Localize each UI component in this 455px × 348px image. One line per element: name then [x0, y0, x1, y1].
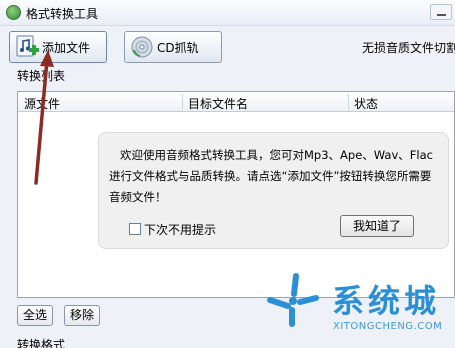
- cd-rip-button[interactable]: CD抓轨: [124, 31, 222, 63]
- music-note-add-icon: [14, 35, 40, 59]
- tip-message: 欢迎使用音频格式转换工具，您可对Mp3、Ape、Wav、Flac进行文件格式与品…: [109, 148, 433, 204]
- got-it-button[interactable]: 我知道了: [340, 215, 414, 237]
- app-icon: [6, 5, 21, 20]
- cd-disc-icon: [129, 35, 155, 59]
- add-file-label: 添加文件: [42, 40, 91, 55]
- file-list-header: 源文件 目标文件名 状态: [18, 92, 454, 112]
- column-status[interactable]: 状态: [354, 95, 378, 112]
- add-file-button[interactable]: 添加文件: [9, 31, 107, 63]
- window-title: 格式转换工具: [26, 7, 99, 21]
- column-source-file[interactable]: 源文件: [24, 95, 60, 112]
- column-divider[interactable]: [348, 94, 349, 110]
- file-list[interactable]: 源文件 目标文件名 状态 欢迎使用音频格式转换工具，您可对Mp3、Ape、Wav…: [17, 91, 455, 298]
- title-bar: 格式转换工具: [0, 0, 455, 26]
- dont-show-checkbox[interactable]: [129, 223, 141, 235]
- minimize-button[interactable]: [430, 4, 452, 20]
- output-format-label: 转换格式: [17, 338, 66, 348]
- watermark-url: XITONGCHENG.COM: [333, 321, 443, 332]
- watermark-text: 系统城: [332, 282, 441, 320]
- dont-show-label[interactable]: 下次不用提示: [144, 221, 216, 238]
- remove-button[interactable]: 移除: [64, 305, 100, 326]
- cd-rip-label: CD抓轨: [157, 40, 199, 55]
- select-all-button[interactable]: 全选: [17, 305, 53, 326]
- welcome-tip: 欢迎使用音频格式转换工具，您可对Mp3、Ape、Wav、Flac进行文件格式与品…: [98, 132, 449, 249]
- toolbar: 添加文件 CD抓轨 无损音质文件切割: [0, 26, 455, 66]
- column-target-name[interactable]: 目标文件名: [188, 95, 248, 112]
- column-divider[interactable]: [182, 94, 183, 110]
- lossless-cut-link[interactable]: 无损音质文件切割: [362, 39, 455, 56]
- watermark-logo-icon: [262, 268, 324, 330]
- file-list-label: 转换列表: [17, 69, 66, 83]
